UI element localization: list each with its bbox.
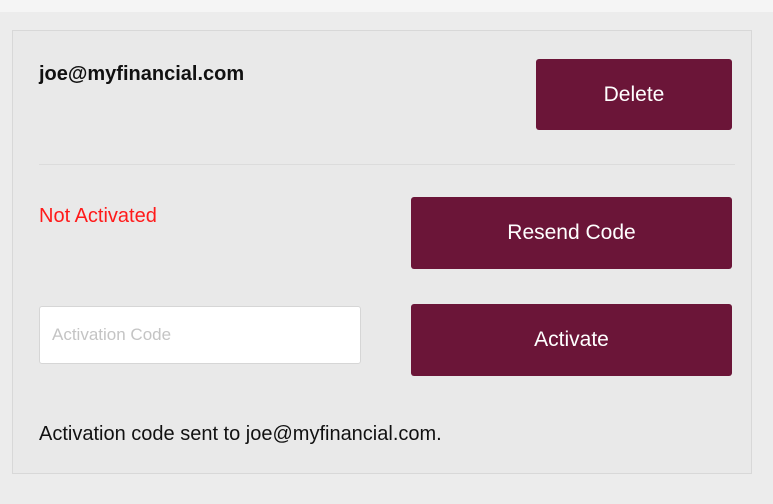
account-email: joe@myfinancial.com (39, 63, 245, 85)
resend-code-button[interactable]: Resend Code (411, 197, 732, 269)
email-account-card: joe@myfinancial.com Delete Not Activated… (12, 30, 752, 474)
activation-code-input[interactable] (39, 306, 361, 364)
activate-button[interactable]: Activate (411, 304, 732, 376)
activation-message: Activation code sent to joe@myfinancial.… (39, 423, 442, 445)
delete-button[interactable]: Delete (536, 59, 732, 130)
page-top-strip (0, 0, 773, 12)
divider (39, 164, 735, 165)
activation-status: Not Activated (39, 205, 157, 227)
